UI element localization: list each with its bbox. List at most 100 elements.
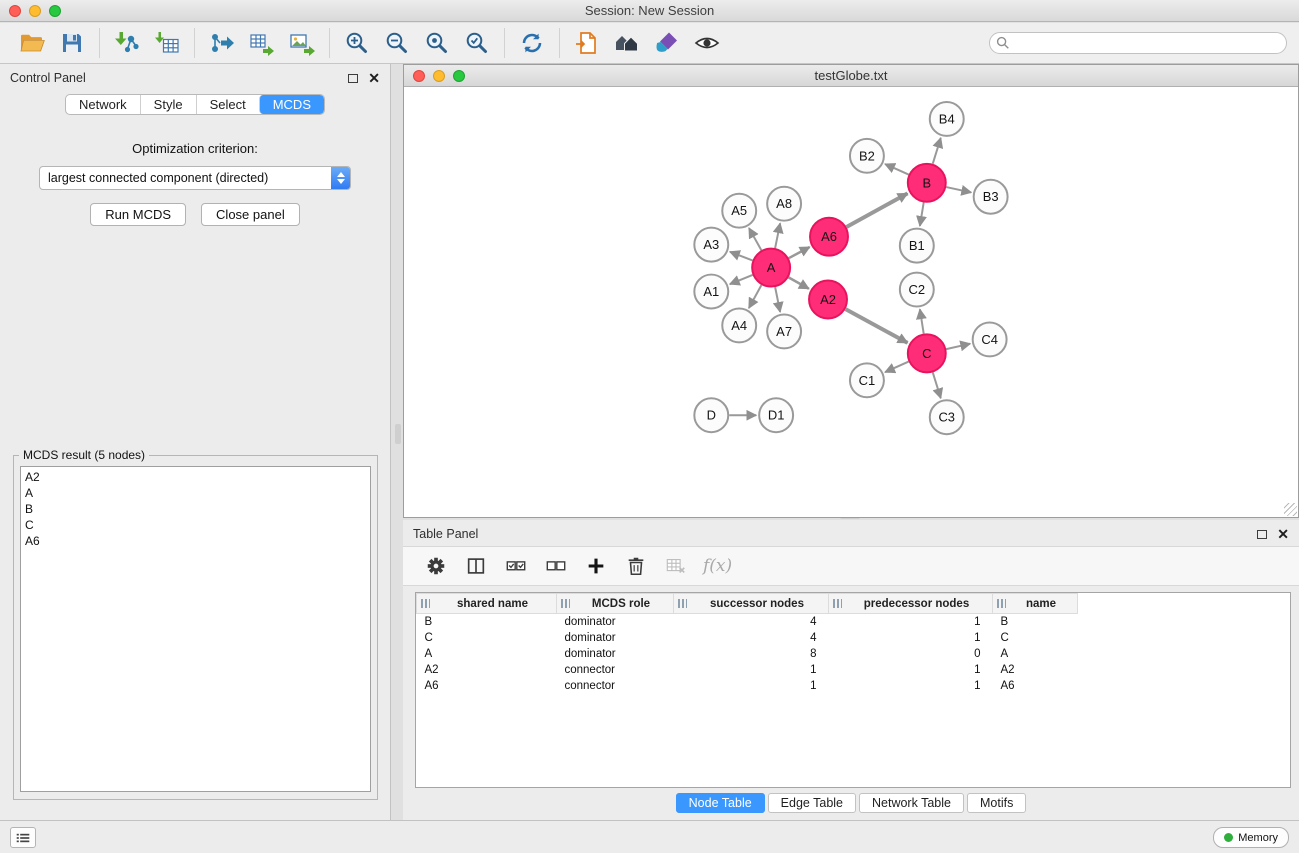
refresh-button[interactable] <box>512 26 552 60</box>
home-button[interactable] <box>607 26 647 60</box>
graph-edge-A-A7[interactable] <box>775 287 780 312</box>
graph-node-C2[interactable]: C2 <box>900 273 934 307</box>
zoom-out-button[interactable] <box>377 26 417 60</box>
tab-motifs[interactable]: Motifs <box>967 793 1026 813</box>
table-cell[interactable]: 1 <box>674 678 829 694</box>
zoom-fit-button[interactable] <box>417 26 457 60</box>
import-network-button[interactable] <box>107 26 147 60</box>
graph-node-C[interactable]: C <box>908 334 946 372</box>
open-document-button[interactable] <box>567 26 607 60</box>
graph-node-A8[interactable]: A8 <box>767 187 801 221</box>
graph-node-A3[interactable]: A3 <box>694 228 728 262</box>
graph-edge-A2-C[interactable] <box>846 309 908 343</box>
function-builder-button[interactable]: f(x) <box>703 556 732 576</box>
mcds-result-list[interactable]: A2ABCA6 <box>20 466 371 792</box>
tab-node-table[interactable]: Node Table <box>676 793 765 813</box>
graph-node-A1[interactable]: A1 <box>694 275 728 309</box>
save-session-button[interactable] <box>52 26 92 60</box>
show-columns-button[interactable] <box>459 550 493 582</box>
graph-edge-A-A5[interactable] <box>749 228 761 250</box>
table-cell[interactable]: connector <box>557 662 674 678</box>
table-cell[interactable]: A6 <box>993 678 1078 694</box>
graph-edge-A-A2[interactable] <box>789 277 809 288</box>
table-cell[interactable]: 8 <box>674 646 829 662</box>
delete-table-button[interactable] <box>659 550 693 582</box>
table-cell[interactable]: 1 <box>829 678 993 694</box>
close-window-button[interactable] <box>9 5 21 17</box>
run-mcds-button[interactable]: Run MCDS <box>90 203 186 226</box>
float-table-panel-icon[interactable] <box>1257 530 1267 539</box>
graph-node-A7[interactable]: A7 <box>767 314 801 348</box>
delete-column-button[interactable] <box>619 550 653 582</box>
column-header[interactable]: successor nodes <box>674 594 829 614</box>
task-history-button[interactable] <box>10 827 36 848</box>
column-header[interactable]: shared name <box>417 594 557 614</box>
table-cell[interactable]: B <box>417 614 557 630</box>
close-panel-icon[interactable]: ✕ <box>368 71 380 85</box>
graph-edge-C-C4[interactable] <box>946 344 970 349</box>
minimize-window-button[interactable] <box>29 5 41 17</box>
graph-edge-A-A1[interactable] <box>730 275 753 284</box>
table-settings-button[interactable] <box>419 550 453 582</box>
table-row[interactable]: Adominator80A <box>417 646 1291 662</box>
export-network-button[interactable] <box>202 26 242 60</box>
mcds-result-item[interactable]: A <box>25 485 366 501</box>
mcds-result-item[interactable]: A2 <box>25 469 366 485</box>
table-cell[interactable]: A <box>993 646 1078 662</box>
export-image-button[interactable] <box>282 26 322 60</box>
table-row[interactable]: Cdominator41C <box>417 630 1291 646</box>
graph-node-A6[interactable]: A6 <box>810 218 848 256</box>
column-header[interactable]: predecessor nodes <box>829 594 993 614</box>
graph-edge-C-C2[interactable] <box>920 309 924 333</box>
search-input[interactable] <box>989 32 1287 54</box>
window-resize-grip[interactable] <box>1284 503 1297 516</box>
graph-node-B2[interactable]: B2 <box>850 139 884 173</box>
graph-node-C4[interactable]: C4 <box>973 322 1007 356</box>
graph-node-A5[interactable]: A5 <box>722 194 756 228</box>
table-cell[interactable]: 1 <box>829 630 993 646</box>
add-column-button[interactable] <box>579 550 613 582</box>
table-cell[interactable]: A <box>417 646 557 662</box>
tab-select[interactable]: Select <box>196 95 259 114</box>
table-row[interactable]: A6connector11A6 <box>417 678 1291 694</box>
close-panel-button[interactable]: Close panel <box>201 203 300 226</box>
table-cell[interactable]: A6 <box>417 678 557 694</box>
graph-node-B[interactable]: B <box>908 164 946 202</box>
table-cell[interactable]: C <box>993 630 1078 646</box>
table-cell[interactable]: A2 <box>417 662 557 678</box>
graph-node-B4[interactable]: B4 <box>930 102 964 136</box>
graph-edge-C-C3[interactable] <box>933 372 941 398</box>
zoom-network-window-button[interactable] <box>453 70 465 82</box>
graph-edge-A-A4[interactable] <box>749 285 762 308</box>
graph-node-D1[interactable]: D1 <box>759 398 793 432</box>
graph-node-D[interactable]: D <box>694 398 728 432</box>
show-hide-button[interactable] <box>687 26 727 60</box>
open-folder-button[interactable] <box>12 26 52 60</box>
network-canvas[interactable]: B4B2BB3A5A8A6B1A3AC2A1A2A4A7C1CC4C3DD1 <box>404 87 1298 517</box>
table-row[interactable]: Bdominator41B <box>417 614 1291 630</box>
tab-style[interactable]: Style <box>140 95 196 114</box>
graph-node-B1[interactable]: B1 <box>900 229 934 263</box>
graph-edge-A6-B[interactable] <box>846 193 907 227</box>
column-header[interactable]: name <box>993 594 1078 614</box>
import-table-button[interactable] <box>147 26 187 60</box>
table-cell[interactable]: 4 <box>674 614 829 630</box>
graph-node-A[interactable]: A <box>752 249 790 287</box>
tab-network[interactable]: Network <box>66 95 140 114</box>
table-cell[interactable]: 4 <box>674 630 829 646</box>
mcds-result-item[interactable]: A6 <box>25 533 366 549</box>
graph-node-A2[interactable]: A2 <box>809 281 847 319</box>
graph-edge-B-B3[interactable] <box>946 187 971 192</box>
graph-node-C3[interactable]: C3 <box>930 400 964 434</box>
graph-edge-B-B2[interactable] <box>885 164 909 175</box>
deselect-all-button[interactable] <box>539 550 573 582</box>
style-paint-button[interactable] <box>647 26 687 60</box>
table-cell[interactable]: dominator <box>557 614 674 630</box>
graph-node-C1[interactable]: C1 <box>850 363 884 397</box>
graph-node-B3[interactable]: B3 <box>974 180 1008 214</box>
tab-edge-table[interactable]: Edge Table <box>768 793 856 813</box>
mcds-result-item[interactable]: C <box>25 517 366 533</box>
table-cell[interactable]: 1 <box>829 662 993 678</box>
optimization-criterion-select[interactable]: largest connected component (directed) <box>39 166 351 190</box>
memory-button[interactable]: Memory <box>1213 827 1289 848</box>
